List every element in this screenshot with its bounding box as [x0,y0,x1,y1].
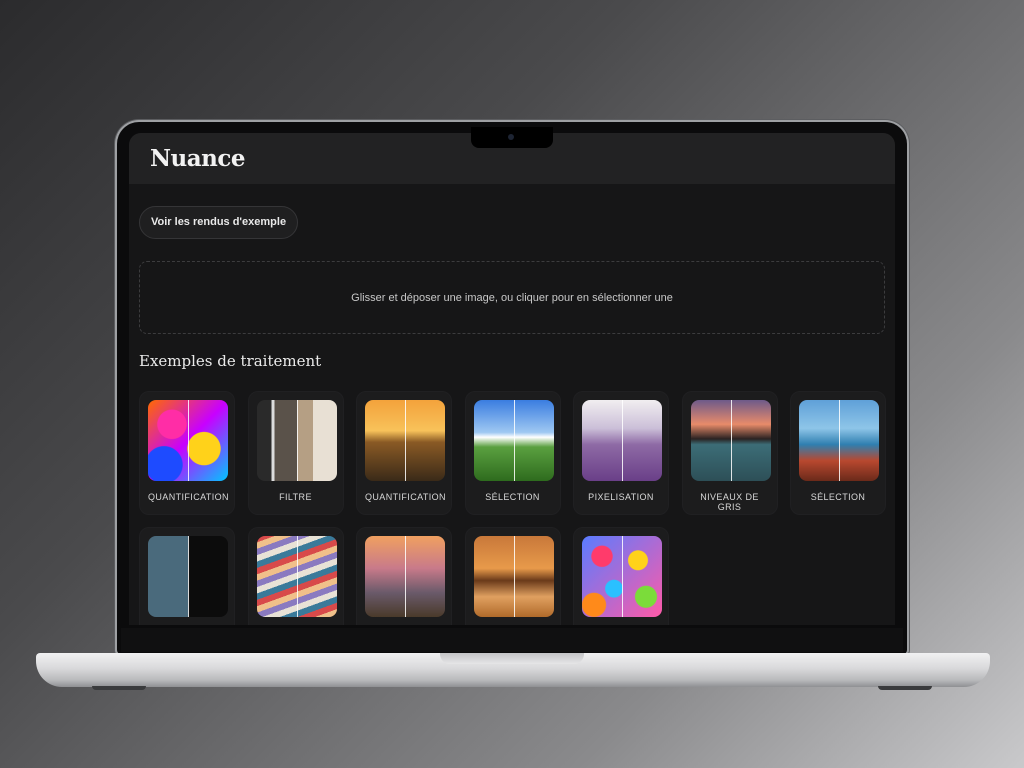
example-label: SÉLECTION [485,492,540,502]
example-card[interactable] [247,527,344,625]
example-thumbnail [365,536,445,617]
example-card[interactable] [573,527,669,625]
example-card[interactable]: SÉLECTION [790,391,886,515]
example-card[interactable]: QUANTIFICATION [356,391,452,515]
app-title: Nuance [150,145,246,172]
example-thumbnail [799,400,879,481]
example-thumbnail [148,400,228,481]
example-label: PIXELISATION [588,492,654,502]
laptop-chin [121,628,903,652]
example-thumbnail [256,400,337,481]
example-card[interactable]: QUANTIFICATION [139,391,235,515]
example-card[interactable] [356,527,452,625]
examples-grid: QUANTIFICATION FILTRE QUANTIFICATION SÉL… [139,391,886,625]
example-thumbnail [148,536,228,617]
example-thumbnail [473,400,554,481]
example-thumbnail [582,536,662,617]
example-label: SÉLECTION [810,492,866,502]
example-card[interactable]: FILTRE [247,391,344,515]
example-thumbnail [473,536,554,617]
example-card[interactable] [464,527,561,625]
example-label: NIVEAUX DE GRIS [700,492,759,512]
example-thumbnail [690,400,771,481]
example-card[interactable]: PIXELISATION [573,391,669,515]
example-label: QUANTIFICATION [365,492,446,502]
example-card[interactable]: NIVEAUX DE GRIS [681,391,778,515]
example-card[interactable] [139,527,235,625]
example-card[interactable]: SÉLECTION [464,391,561,515]
examples-section-title: Exemples de traitement [139,352,322,370]
camera-icon [508,134,514,140]
example-thumbnail [365,400,445,481]
example-thumbnail [582,400,662,481]
example-label: FILTRE [279,492,312,502]
example-label: QUANTIFICATION [148,492,229,502]
app-screen: Nuance Voir les rendus d'exemple Glisser… [129,133,895,625]
dropzone-text: Glisser et déposer une image, ou cliquer… [351,291,673,304]
view-examples-button[interactable]: Voir les rendus d'exemple [139,206,299,239]
image-dropzone[interactable]: Glisser et déposer une image, ou cliquer… [139,261,885,334]
laptop-opening-groove [440,653,584,664]
laptop-foot [92,686,146,690]
example-thumbnail [256,536,337,617]
main-content: Voir les rendus d'exemple Glisser et dép… [129,184,895,625]
laptop-foot [878,686,932,690]
